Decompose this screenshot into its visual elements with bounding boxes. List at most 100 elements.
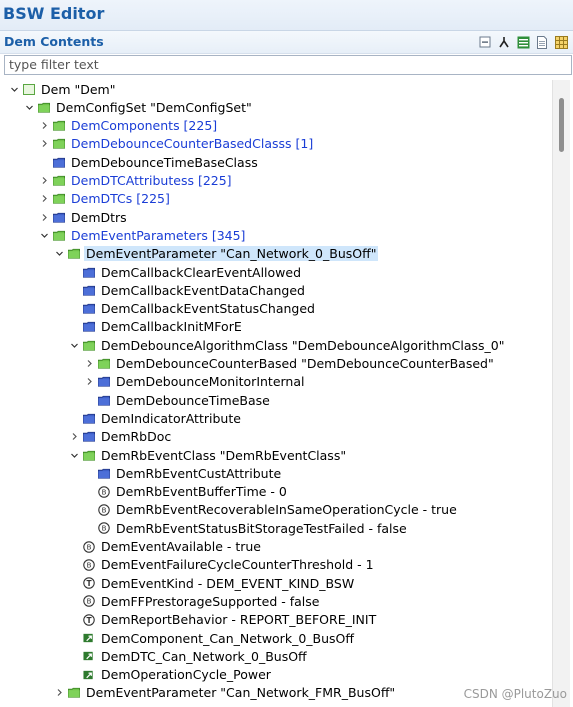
document-icon[interactable] bbox=[535, 35, 549, 49]
tree-item-label: DemRbEventClass "DemRbEventClass" bbox=[101, 447, 347, 463]
tree-item[interactable]: DemDebounceMonitorInternal bbox=[0, 373, 552, 391]
chevron-right-icon[interactable] bbox=[53, 684, 65, 702]
collapse-all-icon[interactable] bbox=[478, 35, 492, 49]
tree-item-label: DemReportBehavior - REPORT_BEFORE_INIT bbox=[101, 612, 377, 628]
tree-item[interactable]: DemDTCAttributess [225] bbox=[0, 172, 552, 190]
tree-item[interactable]: B DemRbEventBufferTime - 0 bbox=[0, 483, 552, 501]
tree-item-label: DemDTC_Can_Network_0_BusOff bbox=[101, 648, 307, 664]
folder-green-icon bbox=[83, 339, 95, 351]
table-view-icon[interactable] bbox=[554, 35, 568, 49]
chevron-down-icon[interactable] bbox=[8, 80, 20, 98]
svg-text:B: B bbox=[87, 561, 92, 569]
tree-item[interactable]: DemDTC_Can_Network_0_BusOff bbox=[0, 647, 552, 665]
tree-item[interactable]: DemDebounceCounterBasedClasss [1] bbox=[0, 135, 552, 153]
chevron-right-icon[interactable] bbox=[83, 373, 95, 391]
chevron-right-icon[interactable] bbox=[83, 355, 95, 373]
folder-green-icon bbox=[53, 138, 65, 150]
folder-blue-icon bbox=[98, 394, 110, 406]
tree-item-label: DemFFPrestorageSupported - false bbox=[101, 593, 320, 609]
tree-item[interactable]: DemRbEventCustAttribute bbox=[0, 464, 552, 482]
tree-item[interactable]: DemCallbackEventDataChanged bbox=[0, 281, 552, 299]
text-param-icon: T bbox=[83, 613, 95, 626]
chevron-down-icon[interactable] bbox=[38, 226, 50, 244]
svg-text:T: T bbox=[86, 579, 92, 588]
chevron-down-icon[interactable] bbox=[23, 98, 35, 116]
chevron-right-icon[interactable] bbox=[38, 135, 50, 153]
tree-item[interactable]: DemDTCs [225] bbox=[0, 190, 552, 208]
tree-item[interactable]: B DemRbEventRecoverableInSameOperationCyc… bbox=[0, 501, 552, 519]
scrollbar-thumb[interactable] bbox=[559, 98, 564, 152]
tree-item[interactable]: DemConfigSet "DemConfigSet" bbox=[0, 98, 552, 116]
tree-scrollbar[interactable] bbox=[552, 80, 570, 707]
filter-input[interactable] bbox=[4, 55, 572, 75]
text-param-icon: T bbox=[83, 577, 95, 589]
tree-item-label: DemRbEventRecoverableInSameOperationCycl… bbox=[116, 502, 457, 518]
tree-item[interactable]: DemRbDoc bbox=[0, 428, 552, 446]
tree-item[interactable]: B DemEventFailureCycleCounterThreshold - … bbox=[0, 556, 552, 574]
section-header: Dem Contents bbox=[0, 31, 573, 54]
filter-view-icon[interactable] bbox=[516, 35, 530, 49]
tree-item[interactable]: DemCallbackClearEventAllowed bbox=[0, 263, 552, 281]
tree-item[interactable]: DemDebounceCounterBased "DemDebounceCoun… bbox=[0, 355, 552, 373]
tree-item[interactable]: B DemFFPrestorageSupported - false bbox=[0, 592, 552, 610]
tree-item[interactable]: T DemEventKind - DEM_EVENT_KIND_BSW bbox=[0, 574, 552, 592]
tree-item[interactable]: DemCallbackEventStatusChanged bbox=[0, 300, 552, 318]
folder-blue-icon bbox=[98, 467, 110, 479]
folder-blue-icon bbox=[53, 211, 65, 223]
svg-text:B: B bbox=[102, 488, 107, 496]
tree-item-label: DemCallbackInitMForE bbox=[101, 319, 242, 335]
tree-item-label: DemIndicatorAttribute bbox=[101, 410, 241, 426]
integer-param-icon: B bbox=[83, 595, 95, 608]
tree-item[interactable]: DemComponents [225] bbox=[0, 117, 552, 135]
tree-item-label: DemDebounceCounterBased "DemDebounceCoun… bbox=[116, 356, 494, 371]
dem-contents-tree[interactable]: Dem "Dem" DemConfigSet "DemConfigSet" DemC… bbox=[0, 80, 552, 707]
reference-icon bbox=[83, 669, 95, 681]
tree-item[interactable]: DemEventParameter "Can_Network_0_BusOff" bbox=[0, 245, 552, 263]
integer-param-icon: B bbox=[98, 504, 110, 516]
tree-item-label: DemEventKind - DEM_EVENT_KIND_BSW bbox=[101, 575, 355, 591]
tree-item-label: DemDebounceTimeBaseClass bbox=[71, 154, 258, 170]
tree-item[interactable]: Dem "Dem" bbox=[0, 80, 552, 98]
tree-item[interactable]: DemCallbackInitMForE bbox=[0, 318, 552, 336]
tree-item-label: DemDebounceAlgorithmClass "DemDebounceAl… bbox=[101, 337, 505, 353]
reference-icon bbox=[83, 632, 95, 644]
tree-item-label: DemEventParameter "Can_Network_FMR_BusOf… bbox=[86, 685, 396, 701]
folder-green-icon bbox=[38, 101, 50, 113]
link-with-editor-icon[interactable] bbox=[497, 35, 511, 49]
chevron-right-icon[interactable] bbox=[38, 190, 50, 208]
tree-item[interactable]: DemComponent_Can_Network_0_BusOff bbox=[0, 629, 552, 647]
tree-item-label: DemRbEventStatusBitStorageTestFailed - f… bbox=[116, 520, 407, 536]
tree-item-label: DemDebounceTimeBase bbox=[116, 392, 270, 408]
tree-item[interactable]: DemOperationCycle_Power bbox=[0, 666, 552, 684]
tree-item[interactable]: B DemEventAvailable - true bbox=[0, 538, 552, 556]
tree-item[interactable]: DemIndicatorAttribute bbox=[0, 409, 552, 427]
tree-item[interactable]: T DemReportBehavior - REPORT_BEFORE_INIT bbox=[0, 611, 552, 629]
tree-item[interactable]: DemDebounceTimeBase bbox=[0, 391, 552, 409]
chevron-right-icon[interactable] bbox=[38, 117, 50, 135]
tree-item[interactable]: DemRbEventClass "DemRbEventClass" bbox=[0, 446, 552, 464]
tree-item-label: DemEventAvailable - true bbox=[101, 539, 261, 554]
tree-item[interactable]: DemEventParameters [345] bbox=[0, 226, 552, 244]
chevron-right-icon[interactable] bbox=[38, 208, 50, 226]
tree-item[interactable]: DemDebounceAlgorithmClass "DemDebounceAl… bbox=[0, 336, 552, 354]
chevron-down-icon[interactable] bbox=[68, 336, 80, 354]
tree-item-label: DemConfigSet "DemConfigSet" bbox=[56, 99, 252, 115]
chevron-down-icon[interactable] bbox=[53, 245, 65, 263]
tree-item[interactable]: DemDebounceTimeBaseClass bbox=[0, 153, 552, 171]
watermark: CSDN @PlutoZuo bbox=[463, 687, 567, 701]
tree-item[interactable]: DemDtrs bbox=[0, 208, 552, 226]
tree-item-label: DemDebounceCounterBasedClasss [1] bbox=[71, 136, 314, 152]
chevron-down-icon[interactable] bbox=[68, 446, 80, 464]
chevron-right-icon[interactable] bbox=[68, 428, 80, 446]
reference-icon bbox=[83, 650, 95, 662]
tree-item-label: DemCallbackEventStatusChanged bbox=[101, 301, 315, 317]
folder-blue-icon bbox=[83, 412, 95, 424]
chevron-right-icon[interactable] bbox=[38, 172, 50, 190]
tree-item[interactable]: B DemRbEventStatusBitStorageTestFailed - … bbox=[0, 519, 552, 537]
